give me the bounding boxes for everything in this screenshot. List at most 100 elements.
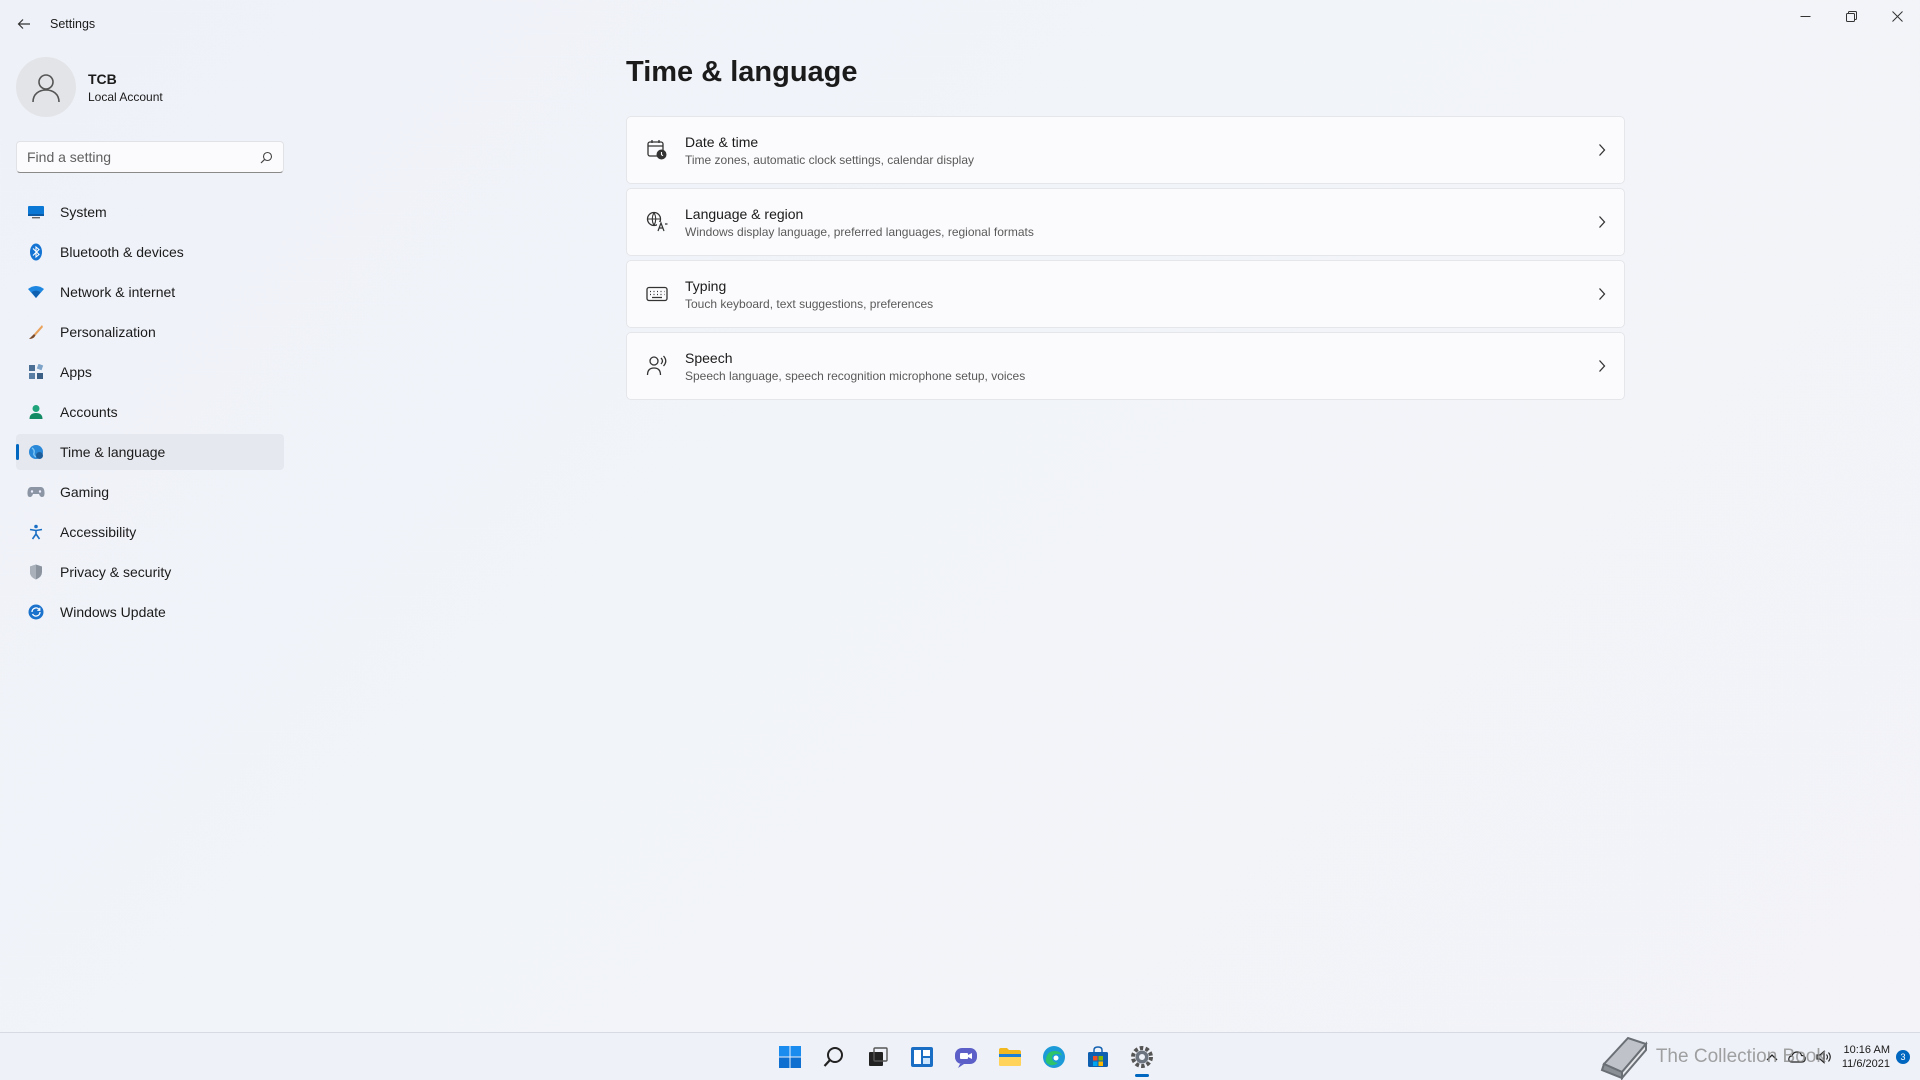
card-title: Language & region [685, 205, 804, 222]
card-date-time[interactable]: Date & time Time zones, automatic clock … [626, 116, 1625, 184]
sidebar-item-system[interactable]: System [16, 194, 284, 230]
wifi-icon [26, 282, 46, 302]
sidebar-item-time-language[interactable]: Time & language [16, 434, 284, 470]
close-icon [1891, 10, 1903, 22]
settings-icon [1131, 1046, 1153, 1068]
clock[interactable]: 10:16 AM 11/6/2021 [1842, 1043, 1890, 1071]
chevron-right-icon [1599, 360, 1606, 372]
back-arrow-icon [17, 19, 30, 29]
clock-date: 11/6/2021 [1841, 1058, 1890, 1070]
file-explorer-icon [999, 1048, 1021, 1066]
sidebar-item-label: Accounts [60, 404, 118, 420]
card-language-region[interactable]: Language & region Windows display langua… [626, 188, 1625, 256]
edge-icon [1043, 1046, 1065, 1068]
taskbar: The Collection Book 10:16 AM 11/6/2021 3 [0, 1032, 1920, 1080]
card-title: Typing [685, 277, 727, 294]
sidebar-item-gaming[interactable]: Gaming [16, 474, 284, 510]
shield-icon [26, 562, 46, 582]
card-description: Time zones, automatic clock settings, ca… [685, 152, 975, 167]
sidebar-item-personalization[interactable]: Personalization [16, 314, 284, 350]
globe-clock-icon [26, 442, 46, 462]
widgets-button[interactable] [900, 1033, 944, 1080]
chat-button[interactable] [944, 1033, 988, 1080]
edge-button[interactable] [1032, 1033, 1076, 1080]
update-icon [26, 602, 46, 622]
notification-badge[interactable]: 3 [1896, 1050, 1910, 1064]
calendar-clock-icon [645, 138, 669, 162]
store-button[interactable] [1076, 1033, 1120, 1080]
profile-name: TCB [88, 70, 117, 87]
file-explorer-button[interactable] [988, 1033, 1032, 1080]
sidebar-item-label: Network & internet [60, 284, 176, 300]
speech-icon [645, 354, 669, 378]
page-title: Time & language [626, 56, 858, 88]
sidebar-item-accounts[interactable]: Accounts [16, 394, 284, 430]
bluetooth-icon [26, 242, 46, 262]
window-controls [1782, 0, 1920, 32]
sidebar-item-privacy[interactable]: Privacy & security [16, 554, 284, 590]
brush-icon [26, 322, 46, 342]
settings-cards: Date & time Time zones, automatic clock … [626, 116, 1625, 404]
sidebar-item-label: Gaming [60, 484, 110, 500]
system-tray: The Collection Book 10:16 AM 11/6/2021 3 [1598, 1033, 1910, 1080]
sidebar-item-label: System [60, 204, 107, 220]
person-icon [32, 74, 60, 103]
taskbar-apps [768, 1033, 1164, 1080]
taskbar-search-button[interactable] [812, 1033, 856, 1080]
start-icon [779, 1046, 801, 1068]
monitor-icon [26, 202, 46, 222]
card-typing[interactable]: Typing Touch keyboard, text suggestions,… [626, 260, 1625, 328]
sidebar-item-label: Privacy & security [60, 564, 172, 580]
sidebar-item-label: Accessibility [60, 524, 137, 540]
user-profile[interactable]: TCB Local Account [16, 57, 163, 117]
title-bar: Settings [0, 0, 1920, 48]
chevron-right-icon [1599, 144, 1606, 156]
search-icon [823, 1047, 843, 1067]
avatar [16, 57, 76, 117]
sidebar-item-label: Personalization [60, 324, 156, 340]
sidebar-item-windows-update[interactable]: Windows Update [16, 594, 284, 630]
keyboard-icon [645, 282, 669, 306]
restore-button[interactable] [1828, 0, 1874, 32]
minimize-icon [1800, 15, 1810, 17]
accessibility-icon [26, 522, 46, 542]
card-description: Touch keyboard, text suggestions, prefer… [685, 296, 934, 311]
card-speech[interactable]: Speech Speech language, speech recogniti… [626, 332, 1625, 400]
card-title: Date & time [685, 133, 759, 150]
sidebar-item-label: Bluetooth & devices [60, 244, 184, 260]
chat-icon [955, 1048, 977, 1068]
sidebar-item-apps[interactable]: Apps [16, 354, 284, 390]
store-icon [1088, 1046, 1108, 1067]
chevron-right-icon [1599, 216, 1606, 228]
task-view-button[interactable] [856, 1033, 900, 1080]
app-title: Settings [50, 17, 96, 31]
watermark-text: The Collection Book [1655, 1046, 1826, 1067]
card-description: Speech language, speech recognition micr… [685, 368, 1026, 383]
card-title: Speech [685, 349, 733, 366]
chevron-right-icon [1599, 288, 1606, 300]
book-icon [1598, 1034, 1650, 1080]
search-icon[interactable] [260, 151, 273, 164]
search-box [16, 141, 284, 173]
minimize-button[interactable] [1782, 0, 1828, 32]
search-input[interactable] [27, 149, 260, 165]
close-button[interactable] [1874, 0, 1920, 32]
back-button[interactable] [10, 10, 38, 38]
sidebar-item-label: Time & language [60, 444, 166, 460]
sidebar-item-network[interactable]: Network & internet [16, 274, 284, 310]
sidebar-item-bluetooth[interactable]: Bluetooth & devices [16, 234, 284, 270]
start-button[interactable] [768, 1033, 812, 1080]
apps-icon [26, 362, 46, 382]
settings-taskbar-button[interactable] [1120, 1033, 1164, 1080]
language-icon [645, 210, 669, 234]
sidebar-item-label: Apps [60, 364, 92, 380]
profile-account-type: Local Account [88, 89, 163, 104]
sidebar-nav: System Bluetooth & devices Network & int… [16, 194, 284, 634]
widgets-icon [911, 1047, 933, 1067]
controller-icon [26, 482, 46, 502]
sidebar-item-label: Windows Update [60, 604, 166, 620]
restore-icon [1845, 10, 1857, 22]
person-icon [26, 402, 46, 422]
task-view-icon [869, 1047, 888, 1066]
sidebar-item-accessibility[interactable]: Accessibility [16, 514, 284, 550]
